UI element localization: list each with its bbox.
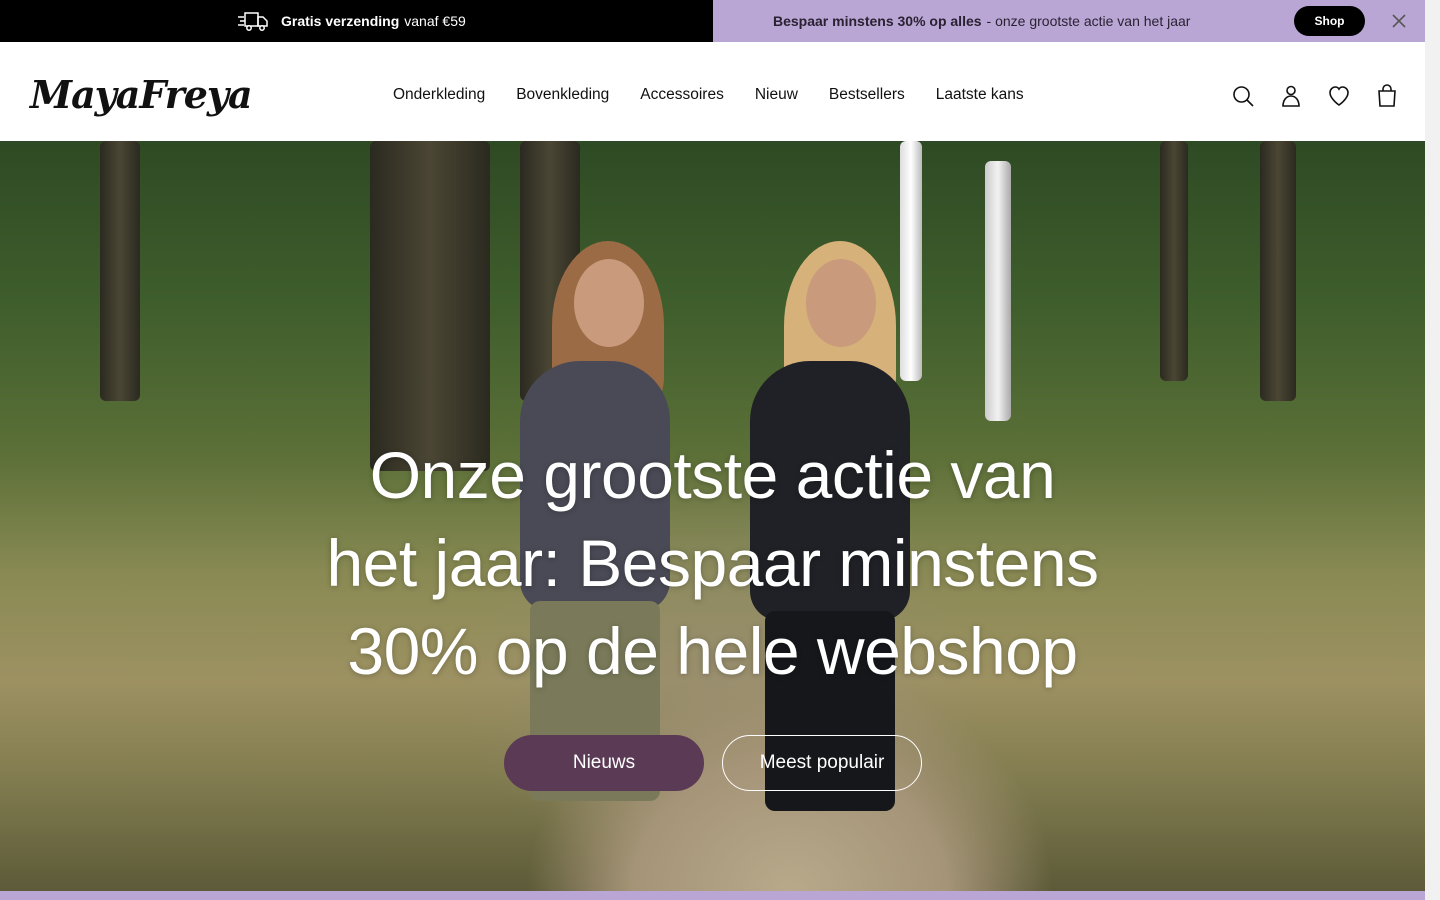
truck-icon — [238, 10, 268, 32]
hero-image-person-head — [574, 259, 644, 347]
hero-image-tree — [1160, 141, 1188, 381]
search-icon[interactable] — [1231, 84, 1255, 108]
site-header: MayaFreya Onderkleding Bovenkleding Acce… — [0, 42, 1425, 141]
nav-item-bestsellers[interactable]: Bestsellers — [829, 86, 905, 104]
nav-item-bovenkleding[interactable]: Bovenkleding — [516, 86, 609, 104]
announcement-bar: Gratis verzending vanaf €59 Bespaar mins… — [0, 0, 1425, 42]
header-icons — [1231, 84, 1399, 108]
nieuws-button[interactable]: Nieuws — [504, 735, 704, 791]
nav-item-laatste-kans[interactable]: Laatste kans — [936, 86, 1024, 104]
shipping-announcement: Gratis verzending vanaf €59 — [0, 0, 713, 42]
scrollbar-track[interactable] — [1425, 0, 1440, 900]
hero-image-person-head — [806, 259, 876, 347]
meest-populair-button[interactable]: Meest populair — [722, 735, 922, 791]
close-icon[interactable] — [1390, 12, 1408, 30]
hero-title: Onze grootste actie van het jaar: Bespaa… — [0, 431, 1425, 695]
hero-title-line: 30% op de hele webshop — [347, 614, 1078, 688]
hero-image-tree — [1260, 141, 1296, 401]
hero-title-line: Onze grootste actie van — [369, 438, 1056, 512]
sale-announcement: Bespaar minstens 30% op alles - onze gro… — [713, 0, 1425, 42]
account-icon[interactable] — [1279, 84, 1303, 108]
shipping-bold-text: Gratis verzending — [281, 13, 400, 29]
sale-rest-text: - onze grootste actie van het jaar — [986, 13, 1191, 29]
brand-logo[interactable]: MayaFreya — [30, 72, 253, 118]
shipping-rest-text: vanaf €59 — [404, 13, 466, 29]
nav-item-onderkleding[interactable]: Onderkleding — [393, 86, 485, 104]
hero-image-tree — [370, 141, 490, 471]
hero-image-tree — [985, 161, 1011, 421]
nav-item-accessoires[interactable]: Accessoires — [640, 86, 724, 104]
hero-title-line: het jaar: Bespaar minstens — [326, 526, 1099, 600]
hero-banner: Onze grootste actie van het jaar: Bespaa… — [0, 141, 1425, 891]
hero-image-tree — [100, 141, 140, 401]
shop-button[interactable]: Shop — [1294, 6, 1365, 36]
bottom-color-strip — [0, 891, 1425, 900]
nav-item-nieuw[interactable]: Nieuw — [755, 86, 798, 104]
main-nav: Onderkleding Bovenkleding Accessoires Ni… — [393, 86, 1024, 104]
hero-image-tree — [900, 141, 922, 381]
sale-bold-text: Bespaar minstens 30% op alles — [773, 13, 982, 29]
wishlist-heart-icon[interactable] — [1327, 84, 1351, 108]
cart-bag-icon[interactable] — [1375, 84, 1399, 108]
hero-cta-row: Nieuws Meest populair — [504, 735, 922, 791]
